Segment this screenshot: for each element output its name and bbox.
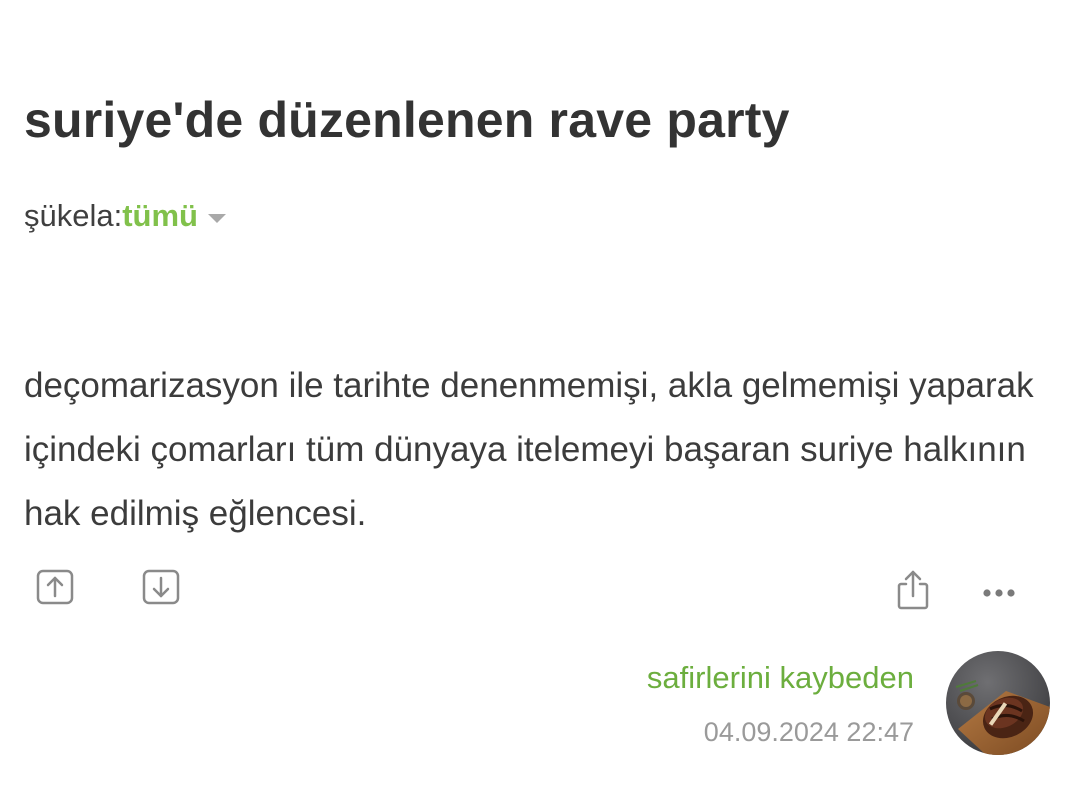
share-icon [895,568,931,612]
author-name[interactable]: safirlerini kaybeden [647,658,914,698]
avatar[interactable] [946,651,1050,755]
filter-value[interactable]: tümü [122,196,198,236]
entry-page: suriye'de düzenlenen rave party şükela: … [0,0,1076,788]
upvote-button[interactable] [32,566,78,608]
entry-date[interactable]: 04.09.2024 22:47 [704,714,914,750]
filter-label: şükela: [24,198,123,233]
sort-filter[interactable]: şükela: tümü [24,196,226,236]
avatar-steak-image [946,651,1050,755]
more-icon [981,588,1017,598]
downvote-icon [142,569,180,605]
downvote-button[interactable] [138,566,184,608]
share-button[interactable] [890,566,936,614]
entry-text: deçomarizasyon ile tarihte denenmemişi, … [24,366,1034,533]
upvote-icon [36,569,74,605]
caret-down-icon[interactable] [208,213,226,223]
topic-title[interactable]: suriye'de düzenlenen rave party [24,88,790,152]
more-options-button[interactable] [976,578,1022,608]
